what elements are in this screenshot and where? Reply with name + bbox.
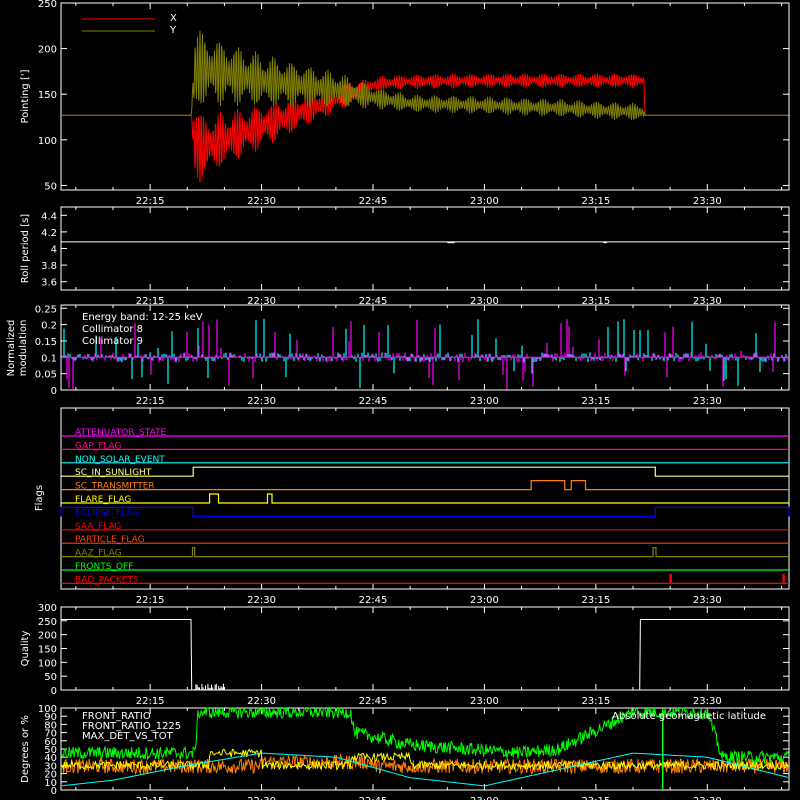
x-tick-label: 23:15	[581, 396, 610, 407]
y-tick-label: 0.15	[35, 337, 57, 348]
legend-label-collimator-8: Collimator 8	[82, 324, 143, 335]
y-tick-label: 200	[38, 45, 57, 56]
y-axis-label: modulation	[18, 320, 29, 377]
x-tick-label: 23:15	[581, 196, 610, 207]
y-tick-label: 4.2	[41, 228, 57, 239]
y-tick-label: 0.05	[35, 370, 57, 381]
y-tick-label: 200	[38, 631, 57, 642]
x-tick-label: 22:45	[359, 396, 388, 407]
quality-spikes	[194, 683, 224, 690]
y-tick-label: 4	[51, 245, 57, 256]
x-tick-label: 23:00	[470, 696, 499, 707]
y-tick-label: 150	[38, 645, 57, 656]
legend-label-collimator-9: Collimator 9	[82, 336, 143, 347]
y-axis-label: Roll period [s]	[20, 214, 31, 283]
y-axis-label: Degrees or %	[20, 715, 31, 783]
y-tick-label: 0.2	[41, 321, 57, 332]
legend-label-max-det-vs-tot: MAX_DET_VS_TOT	[82, 731, 174, 742]
series-y-line	[62, 30, 789, 120]
x-tick-label: 22:30	[247, 595, 276, 606]
x-tick-label: 22:15	[136, 796, 165, 800]
x-tick-label: 22:15	[136, 396, 165, 407]
x-tick-label: 22:30	[247, 396, 276, 407]
panel-4: 22:15 22:30 22:45 23:00 23:15 23:30 0 50 100 150 2…	[20, 603, 790, 707]
x-tick-label: 23:30	[693, 696, 722, 707]
y-tick-label: 0	[51, 386, 57, 397]
x-tick-label: 23:30	[693, 796, 722, 800]
x-tick-label: 22:30	[247, 696, 276, 707]
y-axis-label: Quality	[20, 631, 31, 667]
x-tick-label: 23:00	[470, 196, 499, 207]
x-tick-label: 23:00	[470, 396, 499, 407]
x-tick-label: 23:30	[693, 396, 722, 407]
flag-line-flare-flag	[61, 493, 789, 504]
energy-band-annotation: Energy band: 12-25 keV	[82, 312, 203, 323]
x-tick-label: 23:00	[470, 595, 499, 606]
y-tick-label: 250	[38, 0, 57, 10]
x-tick-label: 22:15	[136, 196, 165, 207]
panel-2: 22:15 22:30 22:45 23:00 23:15 23:30 0 0.05 0.1 0.…	[6, 304, 790, 407]
y-tick-label: 50	[44, 672, 57, 683]
flag-line-sc-transmitter	[61, 480, 789, 491]
y-tick-label: 100	[38, 658, 57, 669]
panel-3: 22:15 22:30 22:45 23:00 23:15 23:30FlagsATTEN…	[34, 407, 790, 606]
x-tick-label: 23:15	[581, 796, 610, 800]
x-tick-label: 23:15	[581, 696, 610, 707]
y-tick-label: 3.8	[41, 261, 57, 272]
y-tick-label: 0.1	[41, 353, 57, 364]
x-tick-label: 23:30	[693, 595, 722, 606]
legend-label-y: Y	[169, 25, 177, 36]
hessi-observation-summary-chart: 22:15 22:30 22:45 23:00 23:15 23:30 50 100 150 20…	[6, 0, 790, 800]
flag-line-eclipse-flag	[60, 506, 790, 517]
x-tick-label: 22:45	[359, 696, 388, 707]
x-tick-label: 23:15	[581, 595, 610, 606]
x-tick-label: 22:45	[359, 796, 388, 800]
x-tick-label: 22:15	[136, 595, 165, 606]
y-tick-label: 0.25	[35, 304, 57, 315]
y-axis-label: Flags	[34, 485, 45, 511]
x-tick-label: 23:00	[470, 796, 499, 800]
y-tick-label: 0	[51, 686, 57, 697]
legend-label-x: X	[170, 13, 177, 24]
y-axis-label: Pointing [']	[20, 69, 31, 123]
y-tick-label: 50	[44, 181, 57, 192]
x-tick-label: 22:45	[359, 196, 388, 207]
flag-line-bad-packets	[61, 573, 789, 584]
y-tick-label: 300	[38, 603, 57, 614]
y-tick-label: 150	[38, 90, 57, 101]
x-tick-label: 22:30	[247, 196, 276, 207]
series-x-line	[62, 73, 789, 183]
flag-line-sc-in-sunlight	[61, 466, 789, 477]
quality-line	[61, 619, 789, 691]
x-tick-label: 22:15	[136, 696, 165, 707]
y-axis-label: Normalized	[6, 320, 17, 377]
x-tick-label: 22:30	[247, 796, 276, 800]
flag-line-aaz-flag	[61, 547, 789, 558]
y-tick-label: 250	[38, 617, 57, 628]
x-tick-label: 23:30	[693, 196, 722, 207]
modulation-series-collimator-8	[61, 318, 789, 388]
y-tick-label: 3.6	[41, 278, 57, 289]
y-tick-label: 100	[38, 704, 57, 715]
panel-frame	[60, 206, 790, 291]
flag-label-eclipse-flag: ECLIPSE_FLAG	[75, 508, 139, 518]
legend-label-geomagnetic-latitude: Absolute geomagnetic latitude	[612, 711, 766, 722]
panel-5: 22:1522:3022:4523:0023:1523:300102030405…	[20, 704, 790, 800]
x-tick-label: 22:45	[359, 595, 388, 606]
panel-frame	[60, 407, 790, 590]
y-tick-label: 100	[38, 136, 57, 147]
panel-1: 22:15 22:30 22:45 23:00 23:15 23:303.63.844.2…	[20, 206, 790, 307]
modulation-bars	[61, 318, 789, 388]
panel-0: 22:15 22:30 22:45 23:00 23:15 23:30 50 100 150 20…	[20, 0, 790, 207]
y-tick-label: 4.4	[41, 211, 57, 222]
